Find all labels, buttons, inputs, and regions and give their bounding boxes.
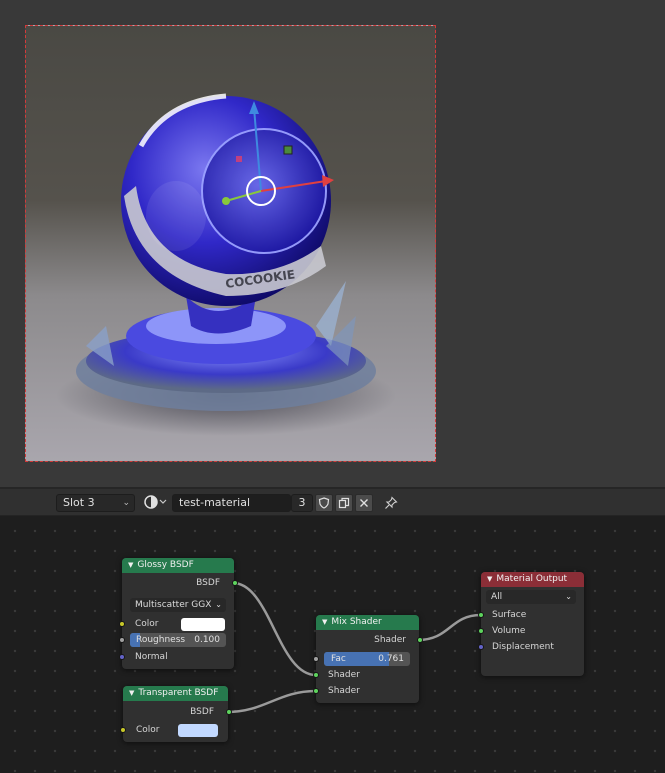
material-slot-dropdown[interactable]: Slot 3 ⌄: [56, 494, 135, 512]
chevron-down-icon: ⌄: [565, 592, 572, 601]
link-mix-to-output: [417, 613, 482, 642]
glossy-normal-socket[interactable]: [119, 654, 125, 660]
mix-shader-output-socket[interactable]: [417, 637, 423, 643]
link-glossy-to-mix: [232, 581, 317, 677]
transparent-color-label: Color: [136, 725, 160, 735]
roughness-value: 0.100: [194, 635, 220, 645]
transparent-bsdf-output-socket[interactable]: [226, 709, 232, 715]
output-volume-socket[interactable]: [478, 628, 484, 634]
material-output-node-header[interactable]: ▼ Material Output: [481, 572, 584, 587]
material-sphere-icon: [144, 495, 167, 509]
collapse-triangle-icon[interactable]: ▼: [487, 575, 492, 583]
collapse-triangle-icon[interactable]: ▼: [129, 689, 134, 697]
transparent-bsdf-node-header[interactable]: ▼ Transparent BSDF: [123, 686, 228, 701]
glossy-bsdf-node-header[interactable]: ▼ Glossy BSDF: [122, 558, 234, 573]
transparent-bsdf-node[interactable]: ▼ Transparent BSDF BSDF Color: [120, 686, 232, 742]
slot-label: Slot 3: [63, 496, 95, 509]
mix-shader-input2-label: Shader: [328, 686, 360, 696]
chevron-down-icon: ⌄: [122, 498, 130, 508]
glossy-roughness-socket[interactable]: [119, 637, 125, 643]
close-icon: [360, 499, 368, 507]
glossy-distribution-value: Multiscatter GGX: [135, 600, 212, 610]
glossy-color-socket[interactable]: [119, 621, 125, 627]
glossy-bsdf-node[interactable]: ▼ Glossy BSDF BSDF Multiscatter GGX ⌄ Col…: [119, 558, 238, 669]
transparent-color-swatch[interactable]: [178, 724, 218, 737]
output-target-dropdown[interactable]: All ⌄: [486, 590, 576, 604]
output-displacement-label: Displacement: [492, 642, 554, 652]
roughness-label: Roughness: [136, 635, 186, 645]
shield-icon: [318, 497, 330, 509]
chevron-down-icon: ⌄: [215, 600, 222, 609]
3d-viewport[interactable]: COCOOKIE: [0, 0, 665, 487]
transparent-bsdf-title: Transparent BSDF: [138, 688, 219, 698]
render-preview: COCOOKIE: [25, 25, 436, 462]
output-volume-label: Volume: [492, 626, 526, 636]
material-user-count[interactable]: 3: [291, 494, 313, 512]
mix-shader-output-label: Shader: [374, 635, 406, 645]
new-material-button[interactable]: [335, 494, 353, 512]
output-surface-label: Surface: [492, 610, 527, 620]
pin-icon: [385, 496, 398, 509]
duplicate-icon: [338, 497, 350, 509]
unlink-material-button[interactable]: [355, 494, 373, 512]
mix-shader-input1-socket[interactable]: [313, 672, 319, 678]
roughness-slider[interactable]: Roughness 0.100: [130, 633, 226, 647]
mix-shader-node[interactable]: ▼ Mix Shader Shader Fac 0.761 Shader Shad…: [313, 615, 423, 703]
output-target-value: All: [491, 592, 503, 602]
material-output-node[interactable]: ▼ Material Output All ⌄ Surface Volume Di…: [478, 572, 584, 676]
transparent-color-socket[interactable]: [120, 727, 126, 733]
mix-shader-input1-label: Shader: [328, 670, 360, 680]
mix-shader-node-header[interactable]: ▼ Mix Shader: [316, 615, 419, 630]
glossy-color-label: Color: [135, 619, 159, 629]
glossy-color-swatch[interactable]: [181, 618, 225, 631]
pin-button[interactable]: [382, 494, 400, 512]
fac-slider[interactable]: Fac 0.761: [324, 652, 410, 666]
node-editor-header: Slot 3 ⌄ test-material 3: [0, 489, 665, 516]
browse-material-button[interactable]: [140, 494, 171, 512]
glossy-bsdf-title: Glossy BSDF: [137, 560, 194, 570]
glossy-bsdf-output-socket[interactable]: [232, 580, 238, 586]
material-output-title: Material Output: [496, 574, 568, 584]
fac-label: Fac: [331, 654, 346, 664]
rendered-material-sphere: COCOOKIE: [56, 93, 396, 436]
fac-value: 0.761: [378, 654, 404, 664]
link-transparent-to-mix: [226, 689, 317, 714]
mix-fac-socket[interactable]: [313, 656, 319, 662]
output-surface-socket[interactable]: [478, 612, 484, 618]
mix-shader-title: Mix Shader: [331, 617, 382, 627]
collapse-triangle-icon[interactable]: ▼: [128, 561, 133, 569]
glossy-distribution-dropdown[interactable]: Multiscatter GGX ⌄: [130, 598, 226, 612]
glossy-bsdf-output-label: BSDF: [196, 578, 220, 588]
output-displacement-socket[interactable]: [478, 644, 484, 650]
mix-shader-input2-socket[interactable]: [313, 688, 319, 694]
fake-user-button[interactable]: [315, 494, 333, 512]
node-editor-canvas[interactable]: ▼ Glossy BSDF BSDF Multiscatter GGX ⌄ Col…: [0, 516, 665, 773]
transparent-bsdf-output-label: BSDF: [190, 707, 214, 717]
material-name-field[interactable]: test-material: [172, 494, 291, 512]
collapse-triangle-icon[interactable]: ▼: [322, 618, 327, 626]
glossy-normal-label: Normal: [135, 652, 168, 662]
